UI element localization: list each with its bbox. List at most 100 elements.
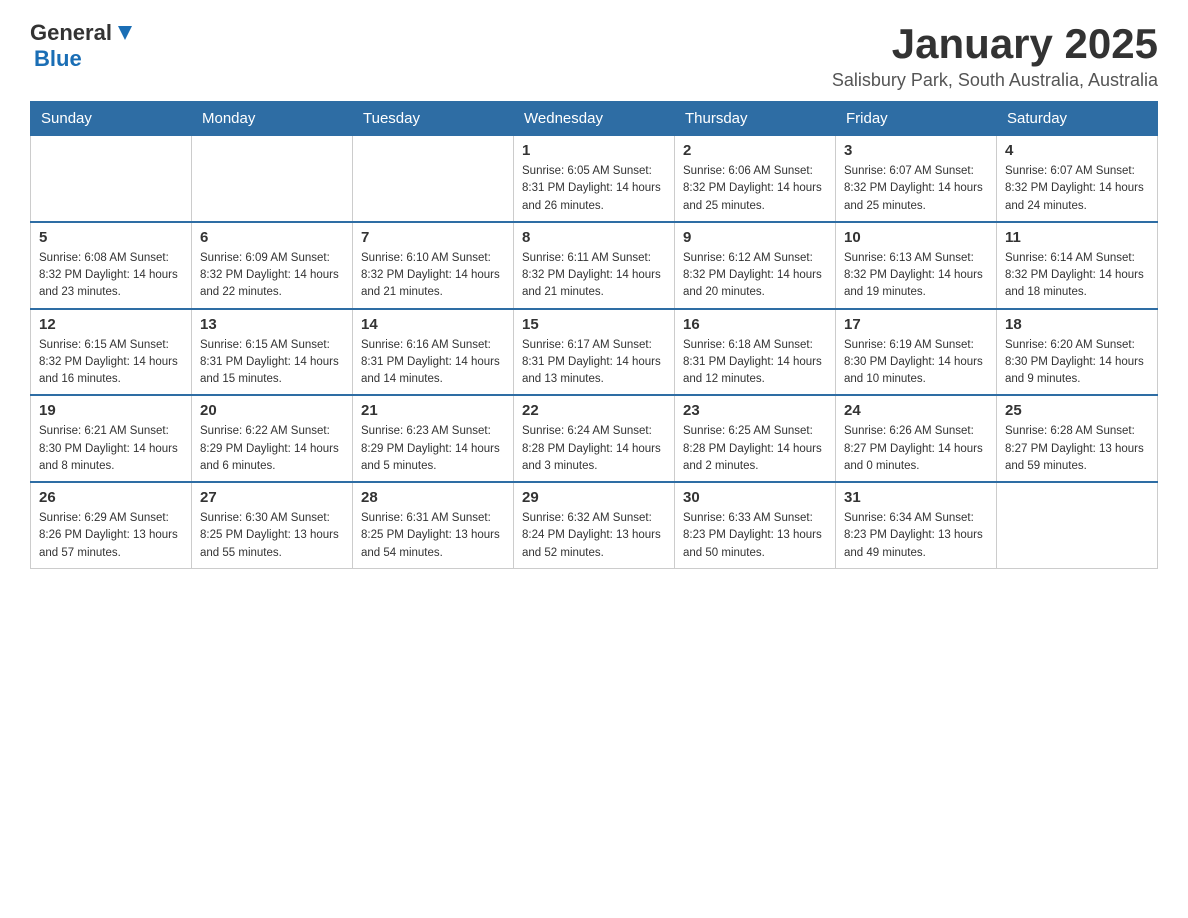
calendar-week-row: 12 Sunrise: 6:15 AM Sunset: 8:32 PM Dayli…: [31, 309, 1158, 396]
day-info: Sunrise: 6:18 AM Sunset: 8:31 PM Dayligh…: [683, 337, 827, 389]
calendar-cell: 6Sunrise: 6:09 AM Sunset: 8:32 PM Daylig…: [192, 222, 353, 309]
calendar-cell: 11 Sunrise: 6:14 AM Sunset: 8:32 PM Dayli…: [997, 222, 1158, 309]
calendar-header-wednesday: Wednesday: [514, 102, 675, 136]
calendar-cell: 29 Sunrise: 6:32 AM Sunset: 8:24 PM Dayli…: [514, 482, 675, 568]
day-number: 17: [844, 316, 988, 333]
calendar-cell: 25 Sunrise: 6:28 AM Sunset: 8:27 PM Dayli…: [997, 395, 1158, 482]
day-info: Sunrise: 6:07 AM Sunset: 8:32 PM Dayligh…: [1005, 163, 1149, 215]
logo-blue: Blue: [34, 46, 82, 71]
calendar-cell: 30 Sunrise: 6:33 AM Sunset: 8:23 PM Dayli…: [675, 482, 836, 568]
logo-general: General: [30, 20, 112, 46]
calendar-week-row: 26 Sunrise: 6:29 AM Sunset: 8:26 PM Dayli…: [31, 482, 1158, 568]
calendar-cell: 13 Sunrise: 6:15 AM Sunset: 8:31 PM Dayli…: [192, 309, 353, 396]
day-number: 13: [200, 316, 344, 333]
calendar-cell: 9 Sunrise: 6:12 AM Sunset: 8:32 PM Daylig…: [675, 222, 836, 309]
day-info: Sunrise: 6:33 AM Sunset: 8:23 PM Dayligh…: [683, 510, 827, 562]
page-title: January 2025: [832, 20, 1158, 68]
calendar-cell: 18Sunrise: 6:20 AM Sunset: 8:30 PM Dayli…: [997, 309, 1158, 396]
calendar-week-row: 19 Sunrise: 6:21 AM Sunset: 8:30 PM Dayli…: [31, 395, 1158, 482]
day-number: 2: [683, 142, 827, 159]
calendar-cell: 20 Sunrise: 6:22 AM Sunset: 8:29 PM Dayli…: [192, 395, 353, 482]
logo-triangle-icon: [114, 22, 136, 44]
day-number: 14: [361, 316, 505, 333]
day-info: Sunrise: 6:10 AM Sunset: 8:32 PM Dayligh…: [361, 250, 505, 302]
day-number: 30: [683, 489, 827, 506]
calendar-cell: 23 Sunrise: 6:25 AM Sunset: 8:28 PM Dayli…: [675, 395, 836, 482]
day-number: 10: [844, 229, 988, 246]
calendar-cell: 19 Sunrise: 6:21 AM Sunset: 8:30 PM Dayli…: [31, 395, 192, 482]
calendar-cell: 3 Sunrise: 6:07 AM Sunset: 8:32 PM Daylig…: [836, 136, 997, 222]
day-info: Sunrise: 6:25 AM Sunset: 8:28 PM Dayligh…: [683, 423, 827, 475]
calendar-cell: 8Sunrise: 6:11 AM Sunset: 8:32 PM Daylig…: [514, 222, 675, 309]
calendar-table: SundayMondayTuesdayWednesdayThursdayFrid…: [30, 101, 1158, 569]
day-info: Sunrise: 6:16 AM Sunset: 8:31 PM Dayligh…: [361, 337, 505, 389]
day-number: 28: [361, 489, 505, 506]
day-number: 11: [1005, 229, 1149, 246]
calendar-cell: 5 Sunrise: 6:08 AM Sunset: 8:32 PM Daylig…: [31, 222, 192, 309]
day-info: Sunrise: 6:05 AM Sunset: 8:31 PM Dayligh…: [522, 163, 666, 215]
day-info: Sunrise: 6:23 AM Sunset: 8:29 PM Dayligh…: [361, 423, 505, 475]
day-info: Sunrise: 6:24 AM Sunset: 8:28 PM Dayligh…: [522, 423, 666, 475]
day-info: Sunrise: 6:15 AM Sunset: 8:32 PM Dayligh…: [39, 337, 183, 389]
calendar-cell: 28 Sunrise: 6:31 AM Sunset: 8:25 PM Dayli…: [353, 482, 514, 568]
calendar-week-row: 1 Sunrise: 6:05 AM Sunset: 8:31 PM Daylig…: [31, 136, 1158, 222]
day-number: 29: [522, 489, 666, 506]
calendar-cell: 31 Sunrise: 6:34 AM Sunset: 8:23 PM Dayli…: [836, 482, 997, 568]
calendar-header-friday: Friday: [836, 102, 997, 136]
day-info: Sunrise: 6:32 AM Sunset: 8:24 PM Dayligh…: [522, 510, 666, 562]
calendar-cell: 26 Sunrise: 6:29 AM Sunset: 8:26 PM Dayli…: [31, 482, 192, 568]
day-number: 15: [522, 316, 666, 333]
day-number: 26: [39, 489, 183, 506]
day-info: Sunrise: 6:31 AM Sunset: 8:25 PM Dayligh…: [361, 510, 505, 562]
day-info: Sunrise: 6:19 AM Sunset: 8:30 PM Dayligh…: [844, 337, 988, 389]
calendar-cell: 1 Sunrise: 6:05 AM Sunset: 8:31 PM Daylig…: [514, 136, 675, 222]
day-info: Sunrise: 6:29 AM Sunset: 8:26 PM Dayligh…: [39, 510, 183, 562]
day-number: 12: [39, 316, 183, 333]
day-info: Sunrise: 6:08 AM Sunset: 8:32 PM Dayligh…: [39, 250, 183, 302]
calendar-cell: [31, 136, 192, 222]
day-number: 1: [522, 142, 666, 159]
calendar-cell: 22Sunrise: 6:24 AM Sunset: 8:28 PM Dayli…: [514, 395, 675, 482]
day-info: Sunrise: 6:26 AM Sunset: 8:27 PM Dayligh…: [844, 423, 988, 475]
day-number: 4: [1005, 142, 1149, 159]
calendar-header-row: SundayMondayTuesdayWednesdayThursdayFrid…: [31, 102, 1158, 136]
page-subtitle: Salisbury Park, South Australia, Austral…: [832, 70, 1158, 91]
day-number: 25: [1005, 402, 1149, 419]
calendar-cell: 7 Sunrise: 6:10 AM Sunset: 8:32 PM Daylig…: [353, 222, 514, 309]
calendar-cell: 2 Sunrise: 6:06 AM Sunset: 8:32 PM Daylig…: [675, 136, 836, 222]
calendar-cell: 17 Sunrise: 6:19 AM Sunset: 8:30 PM Dayli…: [836, 309, 997, 396]
day-info: Sunrise: 6:22 AM Sunset: 8:29 PM Dayligh…: [200, 423, 344, 475]
day-number: 20: [200, 402, 344, 419]
day-info: Sunrise: 6:28 AM Sunset: 8:27 PM Dayligh…: [1005, 423, 1149, 475]
day-number: 5: [39, 229, 183, 246]
day-number: 31: [844, 489, 988, 506]
day-info: Sunrise: 6:07 AM Sunset: 8:32 PM Dayligh…: [844, 163, 988, 215]
day-info: Sunrise: 6:14 AM Sunset: 8:32 PM Dayligh…: [1005, 250, 1149, 302]
day-info: Sunrise: 6:06 AM Sunset: 8:32 PM Dayligh…: [683, 163, 827, 215]
calendar-cell: 14 Sunrise: 6:16 AM Sunset: 8:31 PM Dayli…: [353, 309, 514, 396]
logo: General Blue: [30, 20, 136, 72]
day-number: 27: [200, 489, 344, 506]
day-number: 7: [361, 229, 505, 246]
calendar-cell: [997, 482, 1158, 568]
day-number: 23: [683, 402, 827, 419]
day-number: 6: [200, 229, 344, 246]
day-number: 9: [683, 229, 827, 246]
day-info: Sunrise: 6:15 AM Sunset: 8:31 PM Dayligh…: [200, 337, 344, 389]
title-area: January 2025 Salisbury Park, South Austr…: [832, 20, 1158, 91]
day-info: Sunrise: 6:30 AM Sunset: 8:25 PM Dayligh…: [200, 510, 344, 562]
calendar-header-thursday: Thursday: [675, 102, 836, 136]
calendar-header-tuesday: Tuesday: [353, 102, 514, 136]
calendar-cell: 10Sunrise: 6:13 AM Sunset: 8:32 PM Dayli…: [836, 222, 997, 309]
day-info: Sunrise: 6:21 AM Sunset: 8:30 PM Dayligh…: [39, 423, 183, 475]
day-number: 21: [361, 402, 505, 419]
calendar-cell: 27 Sunrise: 6:30 AM Sunset: 8:25 PM Dayli…: [192, 482, 353, 568]
day-number: 19: [39, 402, 183, 419]
day-info: Sunrise: 6:12 AM Sunset: 8:32 PM Dayligh…: [683, 250, 827, 302]
calendar-cell: 12 Sunrise: 6:15 AM Sunset: 8:32 PM Dayli…: [31, 309, 192, 396]
day-number: 18: [1005, 316, 1149, 333]
day-number: 3: [844, 142, 988, 159]
calendar-cell: 24Sunrise: 6:26 AM Sunset: 8:27 PM Dayli…: [836, 395, 997, 482]
day-number: 16: [683, 316, 827, 333]
day-info: Sunrise: 6:34 AM Sunset: 8:23 PM Dayligh…: [844, 510, 988, 562]
